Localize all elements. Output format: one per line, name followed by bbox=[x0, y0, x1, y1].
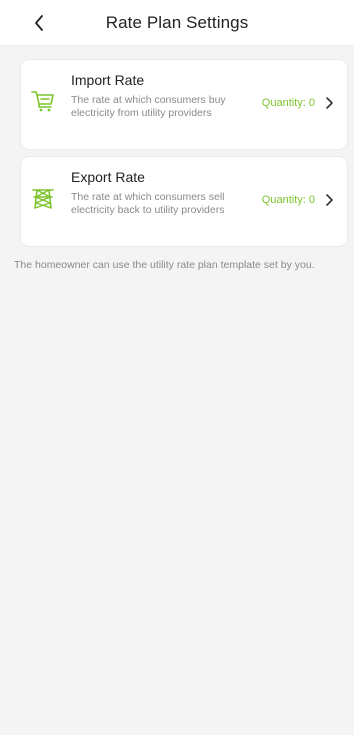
import-rate-description: The rate at which consumers buy electric… bbox=[71, 94, 226, 119]
chevron-right-icon bbox=[326, 97, 333, 109]
import-rate-title: Import Rate bbox=[71, 72, 145, 88]
back-button[interactable] bbox=[24, 8, 54, 38]
rate-list: Import Rate The rate at which consumers … bbox=[0, 46, 354, 272]
export-rate-quantity: Quantity: 0 bbox=[261, 194, 315, 206]
chevron-left-icon bbox=[35, 15, 43, 31]
page-title: Rate Plan Settings bbox=[105, 12, 249, 32]
import-rate-quantity: Quantity: 0 bbox=[261, 97, 315, 109]
app-root: Rate Plan Settings Import Rate The rate … bbox=[0, 0, 354, 735]
shopping-cart-icon bbox=[31, 91, 54, 112]
top-bar: Rate Plan Settings bbox=[0, 0, 354, 46]
import-rate-card[interactable]: Import Rate The rate at which consumers … bbox=[21, 60, 347, 149]
power-tower-icon bbox=[32, 189, 54, 209]
homeowner-note: The homeowner can use the utility rate p… bbox=[14, 259, 315, 271]
chevron-right-icon bbox=[326, 194, 333, 206]
export-rate-description: The rate at which consumers sell electri… bbox=[71, 191, 225, 216]
export-rate-card[interactable]: Export Rate The rate at which consumers … bbox=[21, 157, 347, 246]
export-rate-title: Export Rate bbox=[71, 169, 145, 185]
